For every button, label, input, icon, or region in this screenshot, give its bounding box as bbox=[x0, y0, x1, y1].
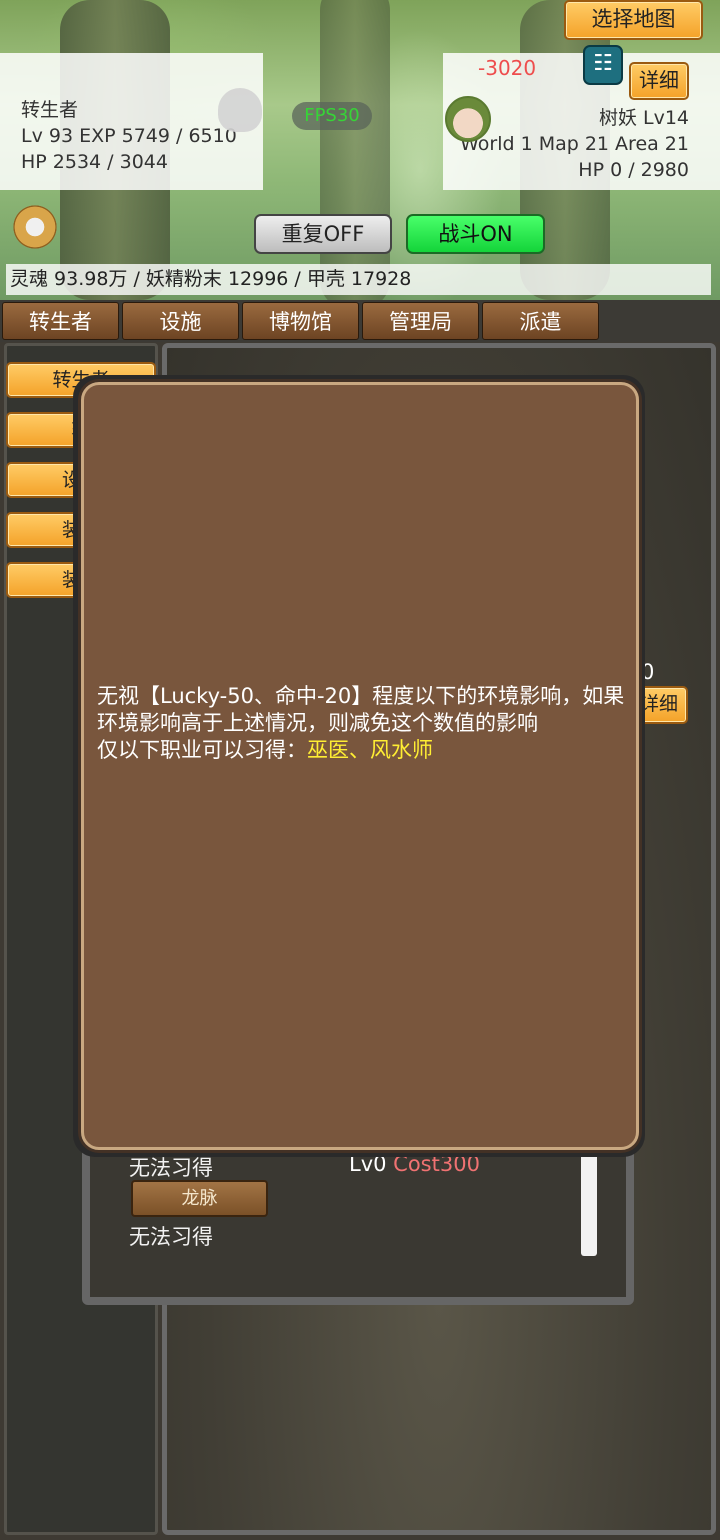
enemy-detail-button[interactable]: 详细 bbox=[629, 62, 689, 100]
skill-status: 无法习得 bbox=[129, 1225, 213, 1249]
hero-hp: HP 2534 / 3044 bbox=[21, 151, 168, 173]
damage-number: -3020 bbox=[478, 56, 537, 80]
hero-avatar bbox=[218, 88, 262, 132]
skill-tooltip-popup[interactable] bbox=[81, 382, 639, 1150]
tab-dispatch[interactable]: 派遣 bbox=[482, 302, 599, 340]
book-icon[interactable]: ☷ bbox=[583, 45, 623, 85]
main-tabs: 转生者 设施 博物馆 管理局 派遣 bbox=[0, 300, 720, 342]
popup-classes: 巫医、风水师 bbox=[307, 738, 433, 762]
scrollbar[interactable] bbox=[581, 1150, 597, 1256]
tab-facilities[interactable]: 设施 bbox=[122, 302, 239, 340]
tab-museum[interactable]: 博物馆 bbox=[242, 302, 359, 340]
tab-reincarnator[interactable]: 转生者 bbox=[2, 302, 119, 340]
repeat-toggle-button[interactable]: 重复OFF bbox=[254, 214, 392, 254]
enemy-hp: HP 0 / 2980 bbox=[578, 159, 689, 181]
gear-icon[interactable] bbox=[12, 204, 58, 250]
fps-indicator: FPS30 bbox=[292, 102, 372, 130]
popup-text: 无视【Lucky-50、命中-20】程度以下的环境影响，如果环境影响高于上述情况… bbox=[97, 683, 627, 764]
resource-bar: 灵魂 93.98万 / 妖精粉末 12996 / 甲壳 17928 bbox=[6, 264, 711, 295]
tab-bureau[interactable]: 管理局 bbox=[362, 302, 479, 340]
enemy-avatar bbox=[445, 96, 491, 142]
skill-chip-longmai[interactable]: 龙脉 bbox=[131, 1180, 268, 1217]
select-map-button[interactable]: 选择地图 bbox=[564, 0, 703, 40]
popup-class-line: 仅以下职业可以习得：巫医、风水师 bbox=[97, 737, 627, 764]
popup-description: 无视【Lucky-50、命中-20】程度以下的环境影响，如果环境影响高于上述情况… bbox=[97, 684, 625, 735]
popup-classes-prefix: 仅以下职业可以习得： bbox=[97, 738, 307, 762]
battle-toggle-button[interactable]: 战斗ON bbox=[406, 214, 545, 254]
